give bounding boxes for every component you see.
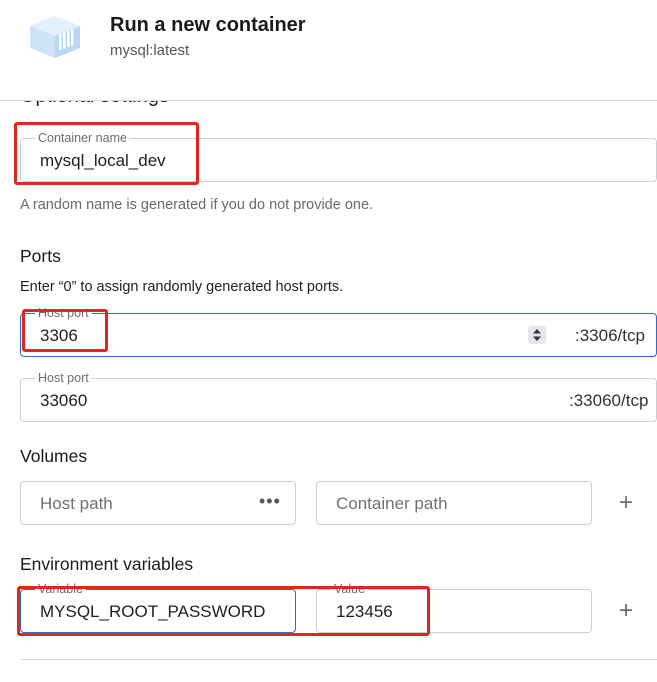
host-port-label: Host port [35,371,92,385]
optional-settings-heading[interactable]: Optional settings [20,101,169,108]
host-path-placeholder: Host path [40,494,113,513]
dialog-title: Run a new container [110,14,306,36]
container-port: :3306/tcp [575,326,645,345]
plus-icon[interactable]: + [619,599,633,623]
chevron-up-icon[interactable] [632,101,650,103]
env-title: Environment variables [20,554,194,574]
highlight-host-port [22,309,108,352]
container-cube-icon [28,14,82,60]
host-port-field-2[interactable]: Host port 33060 :33060/tcp [20,371,657,422]
divider [20,659,657,660]
plus-icon[interactable]: + [619,491,633,515]
container-path-placeholder: Container path [336,494,448,513]
ports-title: Ports [20,246,61,266]
optional-settings-panel: Optional settings Container name mysql_l… [0,100,657,682]
highlight-env-variable [17,586,430,636]
ports-description: Enter “0” to assign randomly generated h… [20,279,344,295]
container-name-helper: A random name is generated if you do not… [20,197,374,213]
host-path-field[interactable]: Host path ••• [20,481,296,525]
host-port-value: 33060 [40,391,88,410]
volumes-title: Volumes [20,446,88,466]
container-path-field[interactable]: Container path [316,481,592,525]
image-name: mysql:latest [110,42,190,59]
more-horizontal-icon[interactable]: ••• [259,491,281,512]
container-port: :33060/tcp [569,391,649,410]
highlight-container-name [14,122,199,185]
port-stepper[interactable] [528,326,546,344]
host-port-field-1[interactable]: Host port 3306 :3306/tcp [20,306,657,357]
